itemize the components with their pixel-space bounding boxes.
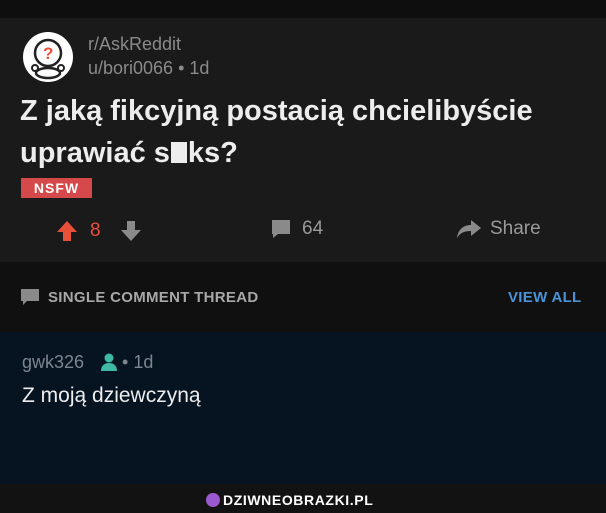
svg-text:?: ? [43, 44, 53, 63]
vote-score: 8 [90, 220, 101, 241]
comment-count: 64 [302, 218, 324, 239]
arrow-up-icon [57, 221, 77, 241]
comment-meta: • 1d [122, 352, 153, 373]
post-title[interactable]: Z jaką fikcyjną postacią chcielibyście u… [20, 90, 590, 174]
comment-author[interactable]: gwk326 [22, 352, 84, 373]
subreddit-avatar-icon[interactable]: ? [22, 31, 74, 83]
post-card: ? r/AskReddit u/bori0066 • 1d Z jaką fik… [0, 18, 606, 262]
meta-separator: • [178, 58, 185, 78]
share-label: Share [490, 218, 541, 239]
arrow-down-icon [121, 221, 141, 241]
share-button[interactable]: Share [456, 218, 541, 240]
subreddit-name[interactable]: r/AskReddit [88, 34, 181, 55]
post-title-part-2: ks? [187, 137, 238, 169]
post-title-part-1: Z jaką fikcyjną postacią chcielibyście u… [20, 95, 533, 169]
watermark-text: DZIWNEOBRAZKI.PL [223, 492, 374, 508]
watermark-logo-icon [206, 493, 220, 507]
comment-card: gwk326 • 1d Z moją dziewczyną [0, 332, 606, 484]
single-comment-thread-bar: SINGLE COMMENT THREAD VIEW ALL [0, 262, 606, 332]
censor-block [170, 142, 187, 163]
watermark: DZIWNEOBRAZKI.PL [206, 491, 373, 509]
upvote-button[interactable] [55, 218, 79, 244]
meta-separator: • [122, 352, 129, 372]
post-actions: 8 64 Share [0, 218, 606, 244]
footer-strip: DZIWNEOBRAZKI.PL [0, 484, 606, 513]
downvote-button[interactable] [119, 218, 143, 244]
top-strip [0, 0, 606, 18]
comment-age: 1d [133, 352, 154, 372]
user-icon [101, 353, 117, 371]
comment-bubble-icon [272, 220, 290, 238]
comment-body: Z moją dziewczyną [22, 384, 201, 407]
thread-label: SINGLE COMMENT THREAD [48, 289, 259, 306]
nsfw-badge: NSFW [21, 178, 92, 198]
post-author[interactable]: u/bori0066 [88, 58, 173, 78]
view-all-link[interactable]: VIEW ALL [508, 289, 582, 306]
share-arrow-icon [457, 220, 481, 238]
post-author-line: u/bori0066 • 1d [88, 58, 209, 79]
post-age: 1d [189, 58, 210, 78]
comments-button[interactable]: 64 [270, 218, 323, 240]
comment-bubble-icon [21, 289, 39, 305]
